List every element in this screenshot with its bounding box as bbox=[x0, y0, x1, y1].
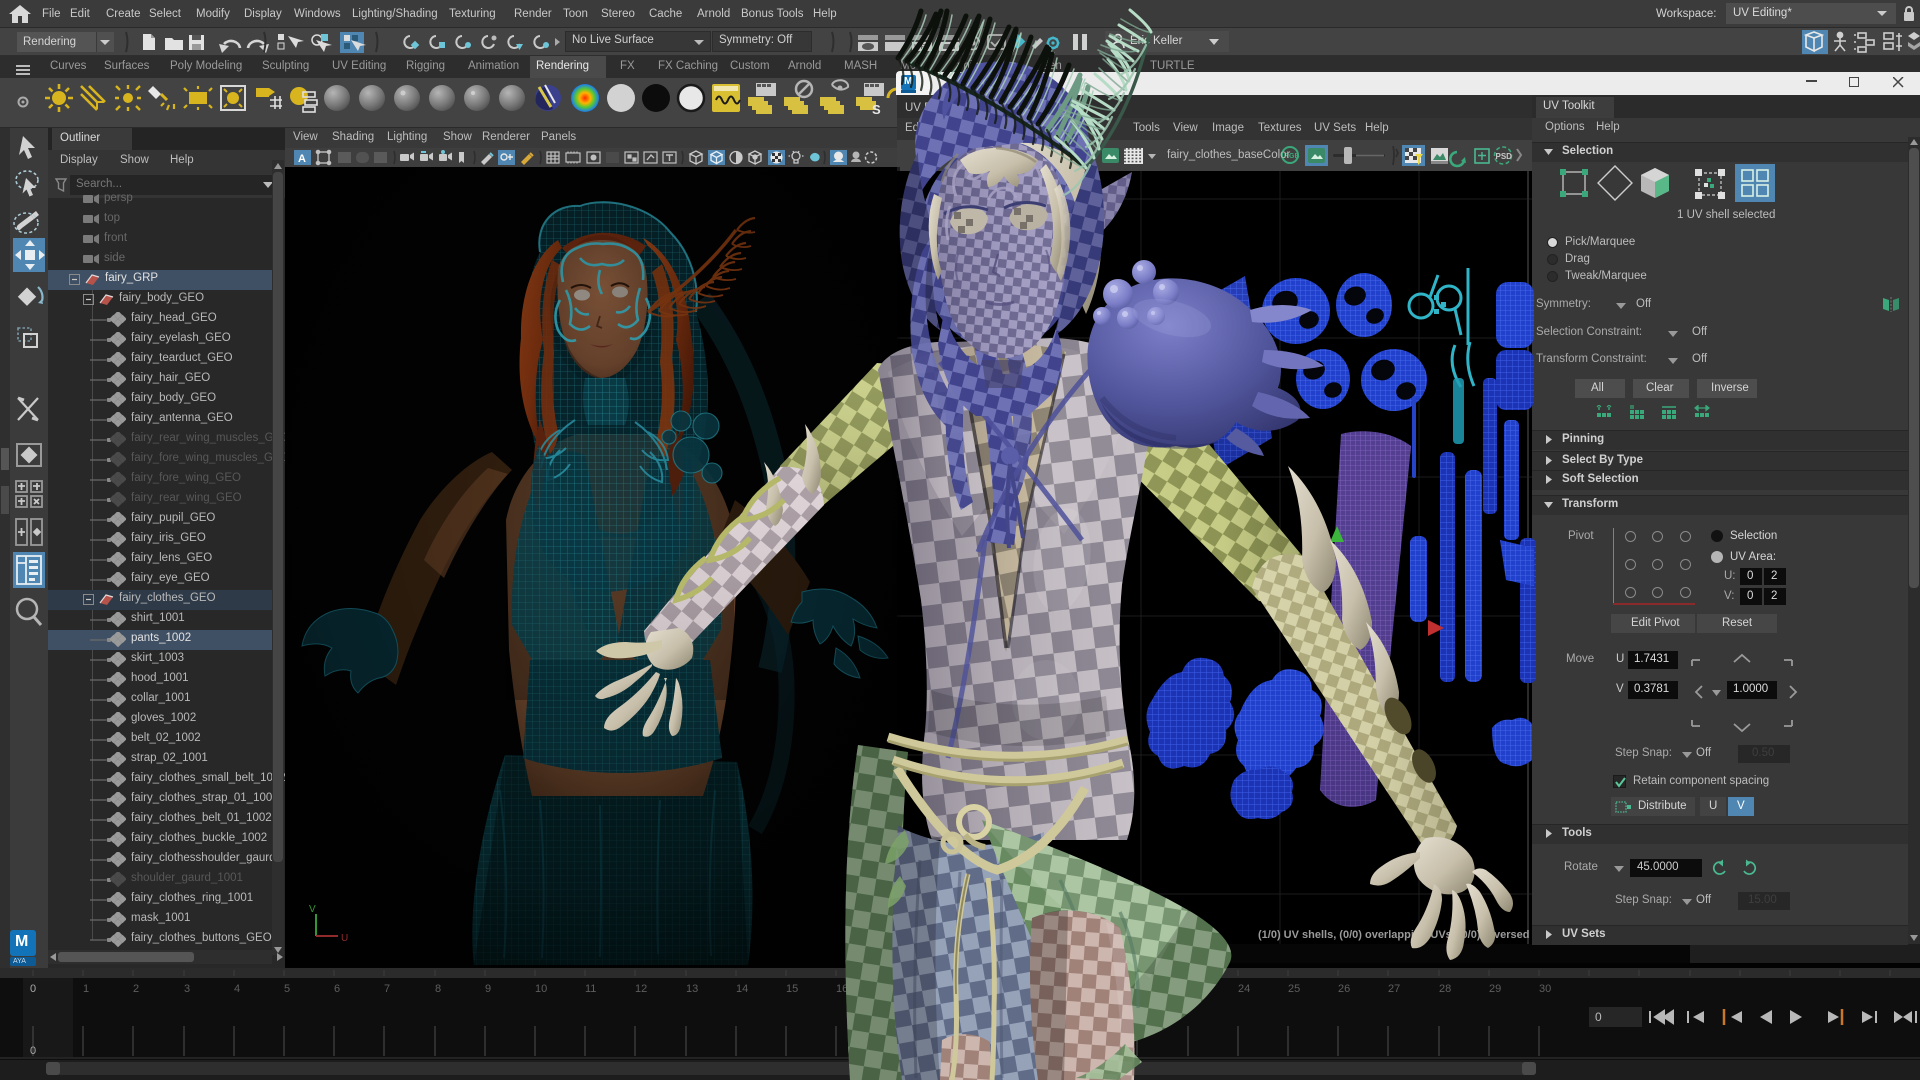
svg-text:V: V bbox=[309, 904, 316, 915]
svg-text:U: U bbox=[341, 933, 348, 944]
